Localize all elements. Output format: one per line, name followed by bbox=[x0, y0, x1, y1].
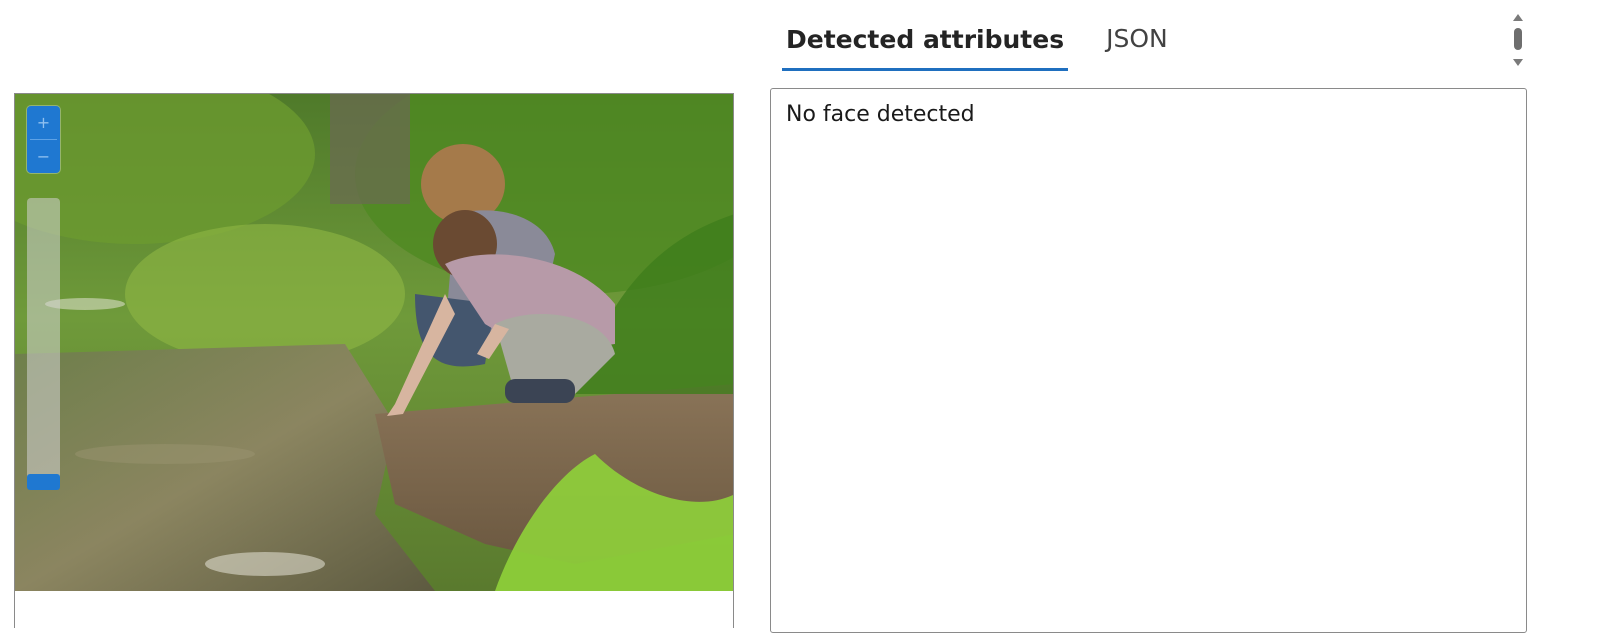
result-panel: No face detected bbox=[770, 88, 1527, 633]
image-viewer[interactable]: + − bbox=[14, 93, 734, 628]
zoom-slider-handle[interactable] bbox=[27, 474, 60, 490]
scroll-up-icon[interactable] bbox=[1513, 14, 1523, 21]
scrollbar[interactable] bbox=[1510, 12, 1526, 68]
scrollbar-thumb[interactable] bbox=[1514, 28, 1522, 50]
zoom-slider[interactable] bbox=[27, 198, 60, 490]
image-caption-area bbox=[15, 591, 733, 628]
zoom-controls: + − bbox=[27, 106, 60, 173]
result-tabs: Detected attributes JSON bbox=[782, 20, 1206, 72]
tab-detected-attributes[interactable]: Detected attributes bbox=[782, 20, 1069, 71]
zoom-in-button[interactable]: + bbox=[27, 106, 60, 139]
no-face-message: No face detected bbox=[786, 102, 975, 127]
uploaded-photo bbox=[15, 94, 733, 591]
zoom-out-button[interactable]: − bbox=[27, 140, 60, 173]
tab-json[interactable]: JSON bbox=[1102, 20, 1172, 64]
scroll-down-icon[interactable] bbox=[1513, 59, 1523, 66]
